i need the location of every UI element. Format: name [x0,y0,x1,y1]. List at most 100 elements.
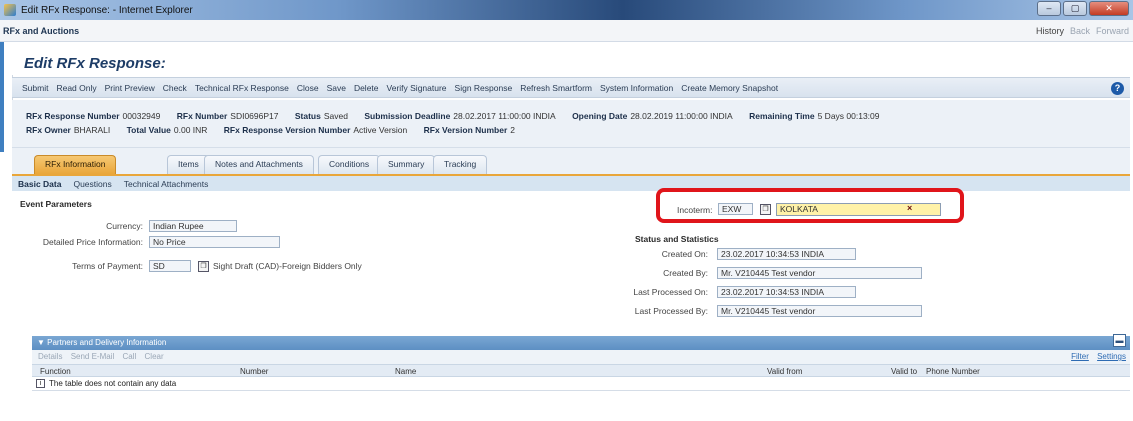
column-phone-number[interactable]: Phone Number [926,366,980,377]
close-window-button[interactable]: ✕ [1089,1,1129,16]
check-button[interactable]: Check [163,83,187,93]
tab-strip: RFx Information Items Notes and Attachme… [12,148,1130,174]
print-preview-button[interactable]: Print Preview [105,83,155,93]
incoterm-value-help-icon[interactable]: ❐ [760,204,771,215]
portal-title: RFx and Auctions [3,26,80,36]
system-information-button[interactable]: System Information [600,83,673,93]
created-on-label: Created On: [661,249,708,259]
created-by-label: Created By: [663,268,708,278]
send-email-button[interactable]: Send E-Mail [71,352,115,361]
last-processed-by-field[interactable]: Mr. V210445 Test vendor [717,305,922,317]
internet-explorer-icon [4,4,16,16]
status-label: Status [294,111,321,121]
maximize-button[interactable]: ▢ [1063,1,1087,16]
column-function[interactable]: Function [40,366,71,377]
submission-deadline-label: Submission Deadline [364,111,451,121]
window-controls: – ▢ ✕ [1037,1,1129,16]
header-line-1: RFx Response Number 00032949 RFx Number SD… [26,111,880,121]
subtab-basic-data[interactable]: Basic Data [18,179,61,189]
created-on-field[interactable]: 23.02.2017 10:34:53 INDIA [717,248,856,260]
rfx-number-label: RFx Number [176,111,228,121]
partners-table-header: Function Number Name Valid from Valid to… [32,364,1130,377]
help-icon[interactable]: ? [1111,82,1124,95]
submit-button[interactable]: Submit [22,83,48,93]
opening-date-label: Opening Date [572,111,628,121]
settings-link[interactable]: Settings [1097,352,1126,361]
rfx-number-value: SDI0696P17 [230,111,279,121]
create-memory-snapshot-button[interactable]: Create Memory Snapshot [681,83,778,93]
save-button[interactable]: Save [327,83,346,93]
column-valid-from[interactable]: Valid from [767,366,802,377]
rfx-owner-label: RFx Owner [26,125,71,135]
partners-toolbar: Details Send E-Mail Call Clear Filter Se… [32,350,1130,364]
subtab-questions[interactable]: Questions [73,179,111,189]
basic-data-content: Event Parameters Currency: Indian Rupee … [12,188,1130,420]
terms-of-payment-label: Terms of Payment: [72,261,143,271]
forward-link[interactable]: Forward [1096,26,1129,36]
delete-button[interactable]: Delete [354,83,379,93]
created-by-field[interactable]: Mr. V210445 Test vendor [717,267,922,279]
tab-notes-and-attachments[interactable]: Notes and Attachments [204,155,314,174]
subtab-technical-attachments[interactable]: Technical Attachments [124,179,209,189]
incoterm-location-input[interactable]: KOLKATA [776,203,941,216]
column-name[interactable]: Name [395,366,416,377]
partners-panel-title: ▼ Partners and Delivery Information [37,338,167,347]
page-title: Edit RFx Response: [24,55,166,72]
total-value-label: Total Value [126,125,171,135]
currency-field[interactable]: Indian Rupee [149,220,237,232]
read-only-button[interactable]: Read Only [56,83,96,93]
last-processed-on-label: Last Processed On: [633,287,708,297]
window-title-bar: Edit RFx Response: - Internet Explorer –… [0,0,1133,20]
last-processed-on-field[interactable]: 23.02.2017 10:34:53 INDIA [717,286,856,298]
status-value: Saved [323,111,348,121]
info-icon: i [36,379,45,389]
response-number-value: 00032949 [122,111,161,121]
filter-link[interactable]: Filter [1071,352,1089,361]
rfx-version-value: 2 [510,125,515,135]
rfx-version-label: RFx Version Number [423,125,508,135]
value-help-icon[interactable]: ❐ [198,261,209,272]
clear-button[interactable]: Clear [145,352,164,361]
incoterm-label: Incoterm: [677,205,713,215]
tab-conditions[interactable]: Conditions [318,155,381,174]
sub-tab-strip: Basic Data Questions Technical Attachmen… [12,174,1130,191]
portal-header: RFx and Auctions History Back Forward [0,20,1133,42]
opening-date-value: 28.02.2019 11:00:00 INDIA [630,111,733,121]
currency-label: Currency: [106,221,143,231]
status-statistics-title: Status and Statistics [635,234,719,244]
price-info-field[interactable]: No Price [149,236,280,248]
tab-tracking[interactable]: Tracking [433,155,488,174]
terms-of-payment-field[interactable]: SD [149,260,191,272]
table-links: Filter Settings [1065,350,1126,364]
total-value: 0.00 INR [173,125,208,135]
response-version-label: RFx Response Version Number [223,125,351,135]
sign-response-button[interactable]: Sign Response [455,83,513,93]
rfx-header-info: RFx Response Number 00032949 RFx Number SD… [12,100,1130,148]
column-number[interactable]: Number [240,366,268,377]
column-valid-to[interactable]: Valid to [891,366,917,377]
table-empty-row: i The table does not contain any data [32,377,1130,391]
technical-rfx-response-button[interactable]: Technical RFx Response [195,83,289,93]
portal-navigation: History Back Forward [1036,26,1129,36]
minimize-button[interactable]: – [1037,1,1061,16]
action-toolbar: Submit Read Only Print Preview Check Tec… [12,77,1130,98]
refresh-smartform-button[interactable]: Refresh Smartform [520,83,592,93]
event-parameters-title: Event Parameters [20,199,92,209]
tab-rfx-information[interactable]: RFx Information [34,155,117,174]
partners-panel-header[interactable]: ▼ Partners and Delivery Information ▬ [32,334,1130,350]
tab-summary[interactable]: Summary [377,155,436,174]
incoterm-code-field[interactable]: EXW [718,203,753,215]
back-link[interactable]: Back [1070,26,1090,36]
left-accent-bar [0,42,4,152]
terms-of-payment-description: Sight Draft (CAD)-Foreign Bidders Only [213,261,362,271]
verify-signature-button[interactable]: Verify Signature [387,83,447,93]
response-version-value: Active Version [353,125,408,135]
history-link[interactable]: History [1036,26,1064,36]
clear-icon[interactable]: × [907,203,912,213]
call-button[interactable]: Call [123,352,137,361]
details-button[interactable]: Details [38,352,62,361]
collapse-panel-icon[interactable]: ▬ [1113,334,1126,347]
submission-deadline-value: 28.02.2017 11:00:00 INDIA [453,111,556,121]
close-button[interactable]: Close [297,83,319,93]
response-number-label: RFx Response Number [26,111,120,121]
